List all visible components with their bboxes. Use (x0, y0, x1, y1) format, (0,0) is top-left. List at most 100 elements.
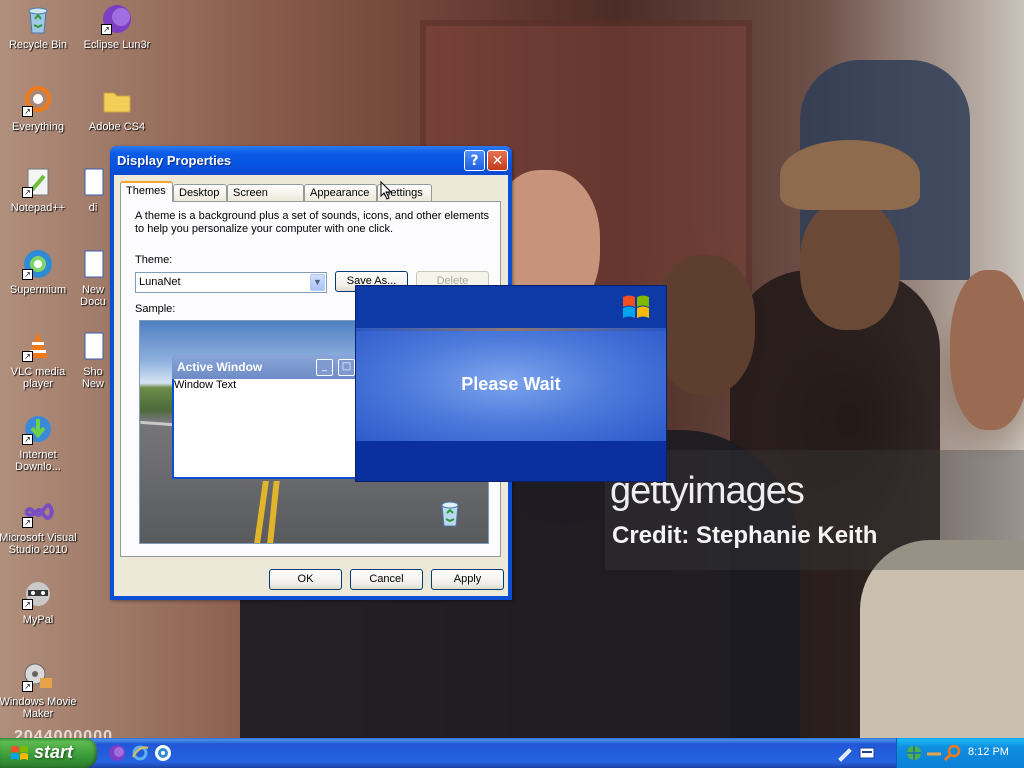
movie-maker-reel-icon: ↗ (22, 660, 54, 692)
visual-studio-icon: ↗ (22, 496, 55, 528)
notepad-plus-plus-icon: ↗ (22, 166, 54, 198)
sample-road-line (253, 481, 269, 543)
tab-themes[interactable]: Themes (120, 181, 173, 202)
shortcut-arrow-icon: ↗ (22, 106, 33, 117)
desktop-icon-label: Internet Downlo... (15, 449, 61, 473)
desktop-icon-label: Sho New (81, 366, 104, 390)
desktop-icon-partial[interactable]: Sho New (77, 330, 109, 390)
desktop-icon-adobe-cs4[interactable]: Adobe CS4 (77, 85, 157, 133)
close-button[interactable]: ✕ (487, 150, 508, 171)
document-icon (77, 248, 109, 280)
window-titlebar[interactable]: Display Properties ? ✕ (110, 146, 512, 175)
apply-button[interactable]: Apply (431, 569, 504, 590)
please-wait-dialog: Please Wait (355, 285, 667, 482)
mouse-cursor-icon (380, 180, 393, 201)
tab-screen-saver[interactable]: Screen Saver (227, 184, 304, 216)
shortcut-arrow-icon: ↗ (22, 434, 33, 445)
desktop-icon-everything[interactable]: ↗ Everything (0, 85, 78, 133)
taskbar-clock[interactable]: 8:12 PM (968, 746, 1009, 758)
internet-download-manager-icon: ↗ (22, 413, 54, 445)
search-icon[interactable] (943, 744, 961, 762)
recycle-bin-icon (438, 499, 462, 527)
vlc-cone-icon: ↗ (22, 330, 54, 362)
pen-icon[interactable] (836, 744, 854, 762)
desktop-icon-label: Everything (12, 121, 64, 133)
please-wait-header (356, 286, 666, 330)
question-mark-icon: ? (470, 153, 479, 169)
taskbar: start 8:12 PM (0, 738, 1024, 768)
desktop-icon-notepad-plus-plus[interactable]: ↗ Notepad++ (0, 166, 78, 214)
network-globe-icon[interactable] (905, 744, 923, 762)
everything-search-icon: ↗ (22, 85, 54, 117)
help-button[interactable]: ? (464, 150, 485, 171)
minimize-icon: _ (316, 359, 333, 376)
desktop-icon-recycle-bin[interactable]: Recycle Bin (0, 3, 78, 51)
desktop-icon-label: Eclipse Lun3r (83, 39, 151, 51)
desktop-icon-label: New Docu (80, 284, 106, 308)
desktop-icon-label: Recycle Bin (8, 39, 68, 51)
desktop-icon-label: Supermium (9, 284, 67, 296)
desktop-icon-label: VLC media player (10, 366, 66, 390)
eclipse-icon: ↗ (101, 3, 133, 35)
sample-window-text: Window Text (174, 379, 237, 391)
shortcut-arrow-icon: ↗ (101, 24, 112, 35)
start-label: start (34, 742, 74, 762)
ok-button[interactable]: OK (269, 569, 342, 590)
desktop-icon-vlc[interactable]: ↗ VLC media player (0, 330, 78, 390)
desktop-icon-label: Microsoft Visual Studio 2010 (0, 532, 77, 556)
desktop-icon-partial[interactable]: di (77, 166, 109, 214)
shortcut-arrow-icon: ↗ (22, 351, 33, 362)
chevron-down-icon[interactable]: ▼ (310, 274, 325, 291)
cancel-button[interactable]: Cancel (350, 569, 423, 590)
maximize-icon: □ (338, 359, 355, 376)
shortcut-arrow-icon: ↗ (22, 517, 33, 528)
wallpaper-person-face (655, 255, 755, 395)
desktop-icon-partial[interactable]: New Docu (77, 248, 109, 308)
shortcut-arrow-icon: ↗ (22, 681, 33, 692)
desktop-icon-label: MyPal (22, 614, 54, 626)
document-icon (77, 166, 109, 198)
start-button[interactable]: start (0, 738, 97, 768)
tab-desktop[interactable]: Desktop (173, 184, 227, 201)
please-wait-text: Please Wait (461, 374, 561, 394)
wallpaper-hat (780, 140, 920, 210)
wallpaper-person-face (800, 200, 900, 330)
theme-select-value: LunaNet (139, 276, 181, 288)
desktop-icon-label: Windows Movie Maker (0, 696, 77, 720)
supermium-browser-icon: ↗ (22, 248, 54, 280)
theme-select[interactable]: LunaNet ▼ (135, 272, 327, 293)
windows-flag-icon (10, 744, 30, 762)
please-wait-footer (356, 441, 666, 481)
desktop-icon-label: Adobe CS4 (88, 121, 146, 133)
keyboard-language-icon[interactable] (858, 744, 876, 762)
shortcut-arrow-icon: ↗ (22, 187, 33, 198)
shortcut-arrow-icon: ↗ (22, 599, 33, 610)
wallpaper-person-face (950, 270, 1024, 430)
sample-window-title: Active Window (177, 360, 263, 374)
eclipse-icon[interactable] (108, 744, 126, 762)
sample-road-line (266, 481, 280, 543)
desktop-icon-eclipse[interactable]: ↗ Eclipse Lun3r (77, 3, 157, 51)
supermium-browser-icon[interactable] (154, 744, 172, 762)
theme-label: Theme: (135, 254, 173, 266)
mypal-raccoon-icon: ↗ (22, 578, 54, 610)
desktop-icon-label: Notepad++ (10, 202, 66, 214)
wallpaper-person (860, 540, 1024, 740)
desktop-icon-visual-studio[interactable]: ↗ Microsoft Visual Studio 2010 (0, 496, 78, 556)
window-title: Display Properties (117, 153, 232, 168)
desktop-icon-supermium[interactable]: ↗ Supermium (0, 248, 78, 296)
sample-label: Sample: (135, 303, 176, 315)
desktop-icon-windows-movie-maker[interactable]: ↗ Windows Movie Maker (0, 660, 78, 720)
connection-icon[interactable] (925, 744, 943, 762)
desktop-icon-internet-download[interactable]: ↗ Internet Downlo... (0, 413, 78, 473)
close-icon: ✕ (491, 153, 504, 169)
theme-description: A theme is a background plus a set of so… (135, 210, 490, 235)
folder-icon (101, 85, 133, 117)
desktop-icon-mypal[interactable]: ↗ MyPal (0, 578, 78, 626)
windows-flag-icon (621, 293, 651, 321)
shortcut-arrow-icon: ↗ (22, 269, 33, 280)
recycle-bin-icon (22, 3, 54, 35)
tab-appearance[interactable]: Appearance (304, 184, 377, 201)
document-icon (77, 330, 109, 362)
internet-explorer-icon[interactable] (131, 744, 149, 762)
